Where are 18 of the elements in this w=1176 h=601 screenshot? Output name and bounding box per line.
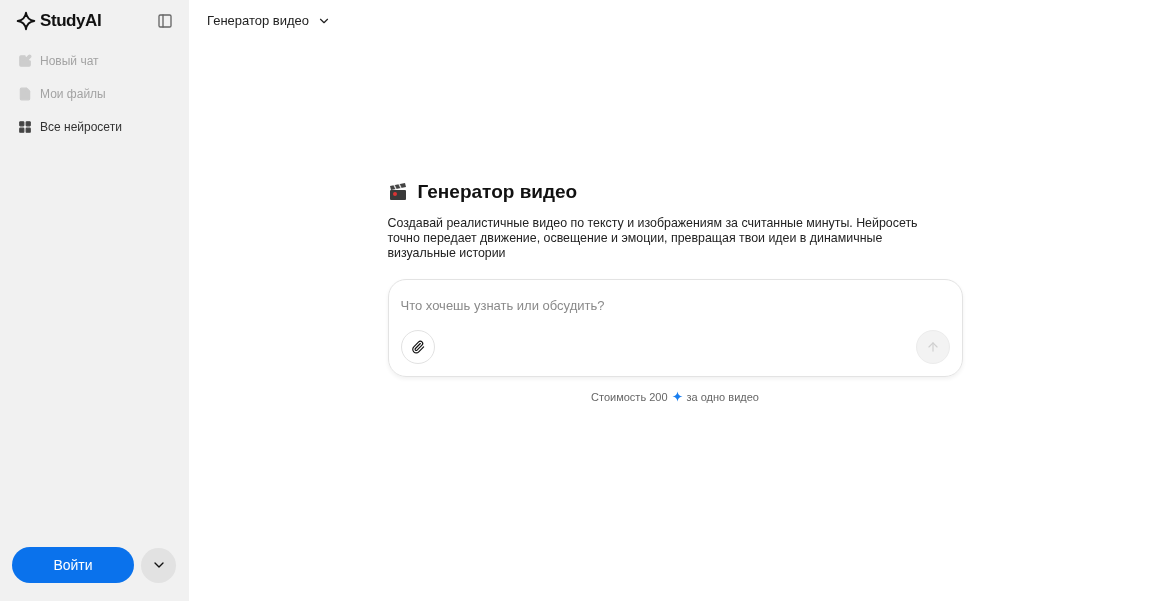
model-selector[interactable]: Генератор видео [207, 11, 332, 31]
logo-text: StudyAI [40, 10, 102, 33]
sparkle-logo-icon [16, 11, 36, 31]
grid-icon [18, 120, 32, 134]
paperclip-icon [410, 339, 425, 354]
collapse-sidebar-icon[interactable] [157, 13, 173, 29]
description: Создавай реалистичные видео по тексту и изображениям за считанные минуты. Нейросеть точно передает движение, освещение и эмоции, превращая твои идеи в динамичные визуальные истории [387, 215, 919, 261]
expand-button[interactable] [141, 547, 176, 583]
edit-icon [18, 54, 32, 68]
file-icon [18, 87, 32, 101]
clapperboard-icon [387, 182, 408, 203]
cost-unit: за одно видео [686, 389, 759, 405]
page-title: Генератор видео [417, 180, 578, 204]
prompt-input[interactable]: Что хочешь узнать или обсудить? [400, 295, 950, 315]
sparkle-icon [671, 391, 683, 403]
sidebar-item[interactable]: Все нейросети [12, 115, 177, 139]
login-button[interactable]: Войти [12, 547, 134, 583]
cost-label: Стоимость 200 [591, 389, 668, 405]
